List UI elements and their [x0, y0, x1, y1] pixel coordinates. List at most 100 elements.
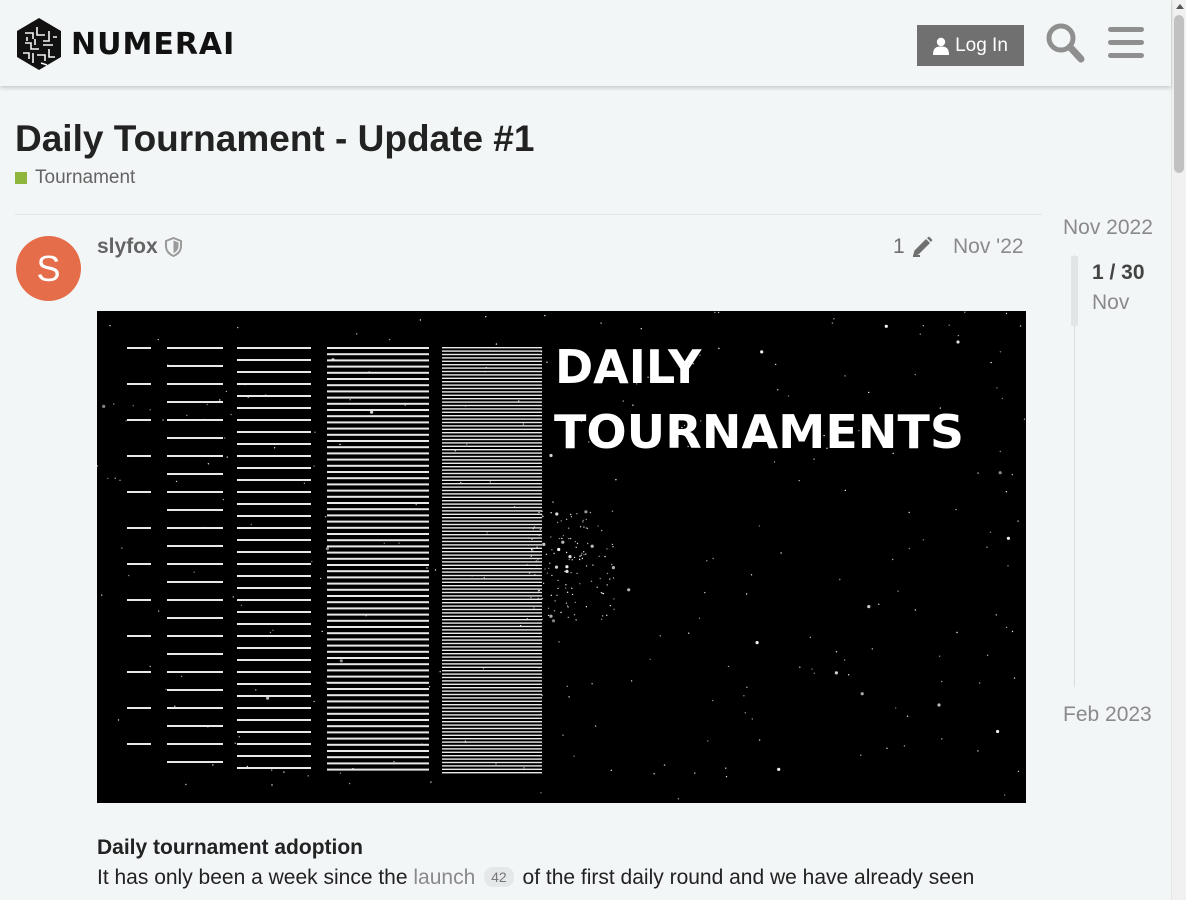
post-username[interactable]: slyfox [97, 235, 158, 259]
edit-history-button[interactable]: 1 [893, 235, 933, 259]
numerai-logo[interactable]: NUMERAI [15, 17, 235, 71]
avatar[interactable]: S [16, 236, 81, 301]
hamburger-menu-icon[interactable] [1108, 27, 1144, 59]
banner-line [237, 347, 311, 349]
banner-star [835, 651, 838, 653]
banner-line [327, 458, 429, 461]
banner-line [237, 707, 311, 709]
banner-line [442, 653, 542, 655]
banner-line [327, 626, 429, 628]
launch-link[interactable]: launch [413, 866, 475, 889]
banner-star [313, 700, 315, 703]
banner-star [466, 443, 468, 445]
banner-star [128, 574, 130, 577]
banner-star [583, 551, 585, 553]
category-badge[interactable]: Tournament [15, 167, 135, 189]
banner-star [903, 745, 906, 747]
topic-title[interactable]: Daily Tournament - Update #1 [15, 118, 534, 160]
banner-star [606, 548, 608, 550]
banner-line [167, 527, 223, 529]
banner-line [237, 503, 311, 505]
banner-line [167, 563, 223, 565]
banner-star [549, 562, 551, 564]
banner-star [339, 659, 343, 663]
banner-star [540, 792, 542, 794]
banner-star [238, 736, 240, 738]
banner-line [442, 479, 542, 481]
banner-line [442, 554, 542, 556]
timeline-handle[interactable] [1071, 256, 1078, 326]
search-icon[interactable] [1045, 22, 1085, 64]
banner-line [442, 445, 542, 447]
edit-count: 1 [893, 235, 905, 258]
banner-star [311, 560, 313, 563]
banner-star [314, 431, 316, 433]
banner-line [442, 697, 542, 699]
banner-star [536, 546, 538, 548]
banner-star [599, 577, 601, 580]
banner-star [566, 605, 569, 607]
banner-star [388, 338, 391, 341]
banner-star [557, 547, 561, 552]
banner-star [549, 453, 553, 458]
banner-star [977, 472, 979, 474]
banner-star [224, 437, 226, 439]
banner-line [442, 530, 542, 532]
banner-line [442, 588, 542, 590]
banner-line [167, 419, 223, 421]
page-scrollbar[interactable] [1171, 0, 1186, 900]
banner-star [570, 513, 572, 516]
banner-line [327, 557, 429, 560]
banner-star [906, 715, 909, 717]
banner-line [442, 418, 542, 420]
banner-star [986, 546, 988, 548]
banner-line [442, 557, 542, 560]
banner-line [442, 663, 542, 665]
timeline-end-date[interactable]: Feb 2023 [1063, 703, 1152, 727]
banner-line [237, 587, 311, 589]
banner-star [751, 718, 753, 720]
banner-star [567, 616, 569, 619]
banner-star [174, 705, 176, 707]
banner-star [568, 537, 570, 540]
login-button[interactable]: Log In [917, 25, 1024, 66]
banner-line [442, 534, 542, 536]
banner-star [303, 482, 306, 484]
banner-line [237, 623, 311, 625]
banner-line [442, 659, 542, 662]
banner-line [237, 599, 311, 601]
banner-line [237, 683, 311, 685]
banner-star [554, 565, 559, 569]
banner-star [149, 409, 151, 411]
post-banner-image[interactable]: DAILY TOURNAMENTS [97, 311, 1026, 803]
banner-star [615, 479, 617, 481]
banner-line [327, 390, 429, 393]
timeline-start-date[interactable]: Nov 2022 [1063, 216, 1153, 240]
banner-line [442, 585, 542, 587]
banner-star [564, 570, 566, 573]
banner-star [206, 403, 208, 406]
banner-star [162, 419, 164, 421]
scroll-up-arrow[interactable] [1176, 4, 1184, 9]
post-date[interactable]: Nov '22 [953, 235, 1024, 259]
banner-line [442, 608, 542, 611]
banner-star [718, 347, 720, 350]
banner-line [442, 483, 542, 485]
banner-line [442, 561, 542, 563]
title-divider [15, 214, 1042, 215]
banner-star [186, 414, 188, 417]
banner-line [327, 762, 429, 765]
scroll-thumb[interactable] [1174, 15, 1184, 173]
banner-star [157, 338, 159, 341]
banner-line [167, 617, 223, 619]
banner-star [868, 391, 870, 394]
banner-line [127, 383, 151, 385]
banner-line [327, 756, 429, 759]
banner-line [442, 404, 542, 407]
banner-line [442, 493, 542, 495]
banner-line [327, 706, 429, 709]
banner-star [956, 631, 958, 634]
banner-star [573, 614, 576, 616]
banner-star [434, 569, 437, 571]
banner-line [237, 467, 311, 469]
